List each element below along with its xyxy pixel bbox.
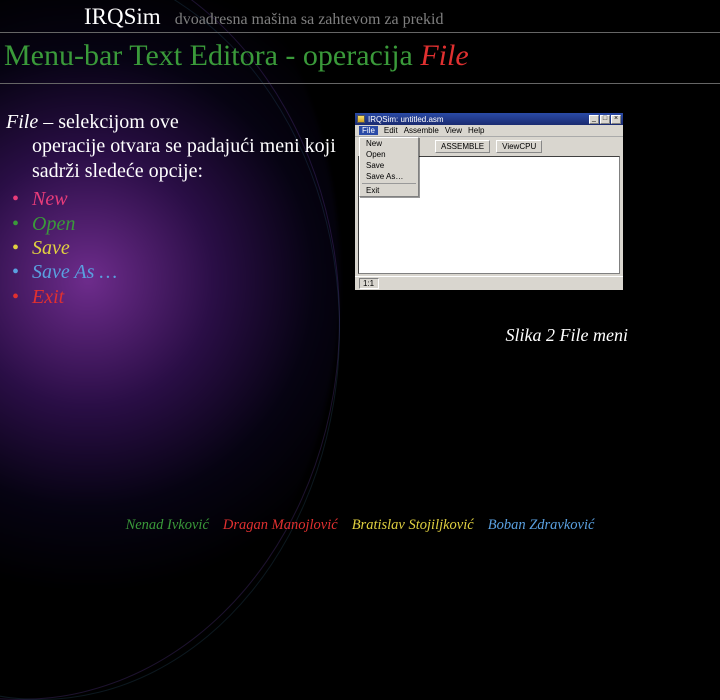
author-3: Bratislav Stojiljković — [352, 517, 474, 534]
author-4: Boban Zdravković — [488, 517, 595, 534]
file-dropdown: New Open Save Save As… Exit — [359, 137, 419, 197]
author-2: Dragan Manojlović — [223, 517, 338, 534]
dropdown-separator — [362, 183, 416, 184]
option-exit: Exit — [6, 285, 346, 309]
option-save: Save — [6, 236, 346, 260]
dropdown-save[interactable]: Save — [360, 160, 418, 171]
maximize-button[interactable]: □ — [600, 115, 610, 124]
app-icon — [357, 115, 365, 123]
brand-logo: IRQSim — [84, 4, 161, 30]
toolbar-assemble-button[interactable]: ASSEMBLE — [435, 140, 490, 153]
close-button[interactable]: × — [611, 115, 621, 124]
menu-view[interactable]: View — [445, 126, 462, 135]
menu-assemble[interactable]: Assemble — [404, 126, 439, 135]
option-new: New — [6, 187, 346, 211]
status-position: 1:1 — [359, 278, 379, 289]
title-part1: Menu-bar Text Editora - operacija — [4, 39, 420, 72]
intro-rest-body: operacije otvara se padajući meni koji s… — [6, 134, 346, 183]
author-1: Nenad Ivković — [126, 517, 209, 534]
app-toolbar: New Open Save Save As… Exit ASSEMBLE Vie… — [355, 137, 623, 156]
minimize-button[interactable]: _ — [589, 115, 599, 124]
figure-caption: Slika 2 File meni — [0, 309, 720, 346]
page-title: Menu-bar Text Editora - operacija File — [0, 32, 720, 84]
option-open: Open — [6, 212, 346, 236]
title-part2: File — [420, 39, 468, 72]
dropdown-open[interactable]: Open — [360, 149, 418, 160]
menu-file[interactable]: File — [359, 126, 378, 135]
intro-text: File – selekcijom ove operacije otvara s… — [6, 110, 346, 183]
intro-rest-first: – selekcijom ove — [38, 111, 179, 133]
footer-authors: Nenad Ivković Dragan Manojlović Bratisla… — [0, 517, 720, 534]
menu-help[interactable]: Help — [468, 126, 484, 135]
intro-keyword: File — [6, 111, 38, 133]
app-window: IRQSim: untitled.asm _ □ × File Edit Ass… — [354, 112, 624, 291]
toolbar-viewcpu-button[interactable]: ViewCPU — [496, 140, 542, 153]
app-titlebar[interactable]: IRQSim: untitled.asm _ □ × — [355, 113, 623, 125]
dropdown-saveas[interactable]: Save As… — [360, 171, 418, 182]
dropdown-new[interactable]: New — [360, 138, 418, 149]
brand-subtitle: dvoadresna mašina sa zahtevom za prekid — [175, 11, 444, 29]
option-saveas: Save As … — [6, 260, 346, 284]
options-list: New Open Save Save As … Exit — [6, 187, 346, 309]
dropdown-exit[interactable]: Exit — [360, 185, 418, 196]
status-bar: 1:1 — [355, 276, 623, 290]
app-menubar: File Edit Assemble View Help — [355, 125, 623, 137]
app-title: IRQSim: untitled.asm — [368, 115, 589, 124]
menu-edit[interactable]: Edit — [384, 126, 398, 135]
